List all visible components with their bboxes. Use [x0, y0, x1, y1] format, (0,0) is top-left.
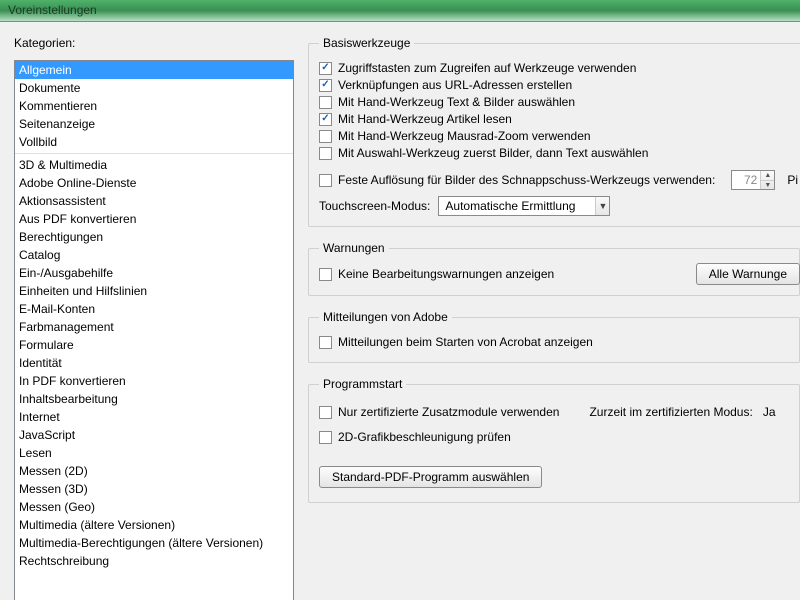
group-adobe-messages: Mitteilungen von Adobe Mitteilungen beim…	[308, 310, 800, 363]
list-item[interactable]: Farbmanagement	[15, 318, 293, 336]
group-legend: Mitteilungen von Adobe	[319, 310, 452, 324]
group-legend: Basiswerkzeuge	[319, 36, 414, 50]
group-legend: Warnungen	[319, 241, 389, 255]
categories-listbox[interactable]: AllgemeinDokumenteKommentierenSeitenanze…	[14, 60, 294, 600]
list-item[interactable]: Aus PDF konvertieren	[15, 210, 293, 228]
checkbox[interactable]	[319, 96, 332, 109]
checkbox-adobe-messages[interactable]	[319, 336, 332, 349]
list-item[interactable]: Formulare	[15, 336, 293, 354]
checkbox[interactable]	[319, 147, 332, 160]
label-touchscreen-mode: Touchscreen-Modus:	[319, 199, 430, 213]
snapshot-res-spinner[interactable]: ▲▼	[731, 170, 775, 190]
label-snapshot-res: Feste Auflösung für Bilder des Schnappsc…	[338, 173, 715, 187]
list-item[interactable]: 3D & Multimedia	[15, 156, 293, 174]
checkbox-row: Verknüpfungen aus URL-Adressen erstellen	[319, 78, 798, 92]
checkbox[interactable]	[319, 62, 332, 75]
list-item[interactable]: JavaScript	[15, 426, 293, 444]
spinner-arrows[interactable]: ▲▼	[760, 171, 774, 189]
list-item[interactable]: Multimedia (ältere Versionen)	[15, 516, 293, 534]
checkbox-row: Mit Hand-Werkzeug Mausrad-Zoom verwenden	[319, 129, 798, 143]
list-item[interactable]: Kommentieren	[15, 97, 293, 115]
snapshot-res-unit: Pi	[787, 173, 798, 187]
list-item[interactable]: Messen (2D)	[15, 462, 293, 480]
label-certified-plugins: Nur zertifizierte Zusatzmodule verwenden	[338, 405, 559, 419]
value-cert-status: Ja	[763, 405, 776, 419]
checkbox-label: Zugriffstasten zum Zugreifen auf Werkzeu…	[338, 61, 636, 75]
checkbox-certified-plugins[interactable]	[319, 406, 332, 419]
checkbox[interactable]	[319, 113, 332, 126]
list-item[interactable]: Vollbild	[15, 133, 293, 151]
list-item[interactable]: Messen (Geo)	[15, 498, 293, 516]
snapshot-res-input[interactable]	[732, 171, 760, 189]
checkbox[interactable]	[319, 130, 332, 143]
checkbox-row: Mit Auswahl-Werkzeug zuerst Bilder, dann…	[319, 146, 798, 160]
list-item[interactable]: Internet	[15, 408, 293, 426]
list-item[interactable]: Rechtschreibung	[15, 552, 293, 570]
list-item[interactable]: Seitenanzeige	[15, 115, 293, 133]
list-item[interactable]: Einheiten und Hilfslinien	[15, 282, 293, 300]
checkbox-row: Zugriffstasten zum Zugreifen auf Werkzeu…	[319, 61, 798, 75]
list-item[interactable]: Inhaltsbearbeitung	[15, 390, 293, 408]
checkbox-snapshot-res[interactable]	[319, 174, 332, 187]
list-separator	[15, 153, 293, 154]
chevron-down-icon: ▼	[595, 197, 609, 215]
list-item[interactable]: Berechtigungen	[15, 228, 293, 246]
combo-touchscreen-mode[interactable]: Automatische Ermittlung ▼	[438, 196, 610, 216]
checkbox-no-edit-warnings[interactable]	[319, 268, 332, 281]
list-item[interactable]: Identität	[15, 354, 293, 372]
window-titlebar: Voreinstellungen	[0, 0, 800, 22]
checkbox-row: Mit Hand-Werkzeug Artikel lesen	[319, 112, 798, 126]
settings-pane: Basiswerkzeuge Zugriffstasten zum Zugrei…	[308, 36, 800, 600]
dialog-body: Kategorien: AllgemeinDokumenteKommentier…	[0, 22, 800, 600]
reset-warnings-button[interactable]: Alle Warnunge	[696, 263, 800, 285]
default-pdf-app-button[interactable]: Standard-PDF-Programm auswählen	[319, 466, 542, 488]
label-cert-status: Zurzeit im zertifizierten Modus:	[589, 405, 752, 419]
checkbox-label: Mit Auswahl-Werkzeug zuerst Bilder, dann…	[338, 146, 648, 160]
label-2d-gfx: 2D-Grafikbeschleunigung prüfen	[338, 430, 511, 444]
group-warnungen: Warnungen Keine Bearbeitungswarnungen an…	[308, 241, 800, 296]
list-item[interactable]: Multimedia-Berechtigungen (ältere Versio…	[15, 534, 293, 552]
checkbox-label: Mit Hand-Werkzeug Mausrad-Zoom verwenden	[338, 129, 591, 143]
group-programmstart: Programmstart Nur zertifizierte Zusatzmo…	[308, 377, 800, 503]
label-adobe-messages: Mitteilungen beim Starten von Acrobat an…	[338, 335, 593, 349]
group-basiswerkzeuge: Basiswerkzeuge Zugriffstasten zum Zugrei…	[308, 36, 800, 227]
checkbox-label: Mit Hand-Werkzeug Artikel lesen	[338, 112, 512, 126]
label-no-edit-warnings: Keine Bearbeitungswarnungen anzeigen	[338, 267, 554, 281]
checkbox-row: Mit Hand-Werkzeug Text & Bilder auswähle…	[319, 95, 798, 109]
list-item[interactable]: Allgemein	[15, 61, 293, 79]
group-legend: Programmstart	[319, 377, 406, 391]
window-title: Voreinstellungen	[8, 3, 97, 17]
list-item[interactable]: Aktionsassistent	[15, 192, 293, 210]
list-item[interactable]: In PDF konvertieren	[15, 372, 293, 390]
checkbox-label: Verknüpfungen aus URL-Adressen erstellen	[338, 78, 572, 92]
list-item[interactable]: Catalog	[15, 246, 293, 264]
list-item[interactable]: Messen (3D)	[15, 480, 293, 498]
list-item[interactable]: Adobe Online-Dienste	[15, 174, 293, 192]
checkbox-2d-gfx[interactable]	[319, 431, 332, 444]
list-item[interactable]: Ein-/Ausgabehilfe	[15, 264, 293, 282]
checkbox-label: Mit Hand-Werkzeug Text & Bilder auswähle…	[338, 95, 575, 109]
list-item[interactable]: Lesen	[15, 444, 293, 462]
combo-value: Automatische Ermittlung	[445, 199, 575, 213]
list-item[interactable]: E-Mail-Konten	[15, 300, 293, 318]
list-item[interactable]: Dokumente	[15, 79, 293, 97]
checkbox[interactable]	[319, 79, 332, 92]
